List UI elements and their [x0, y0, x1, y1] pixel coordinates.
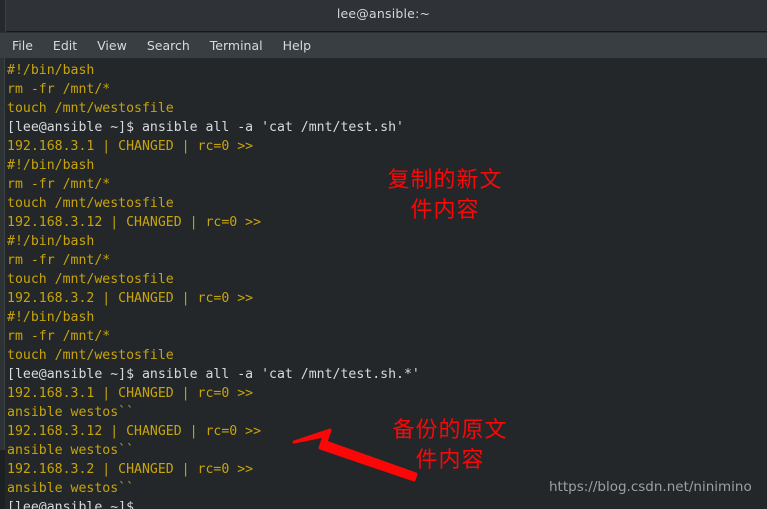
terminal-line-text: #!/bin/bash	[7, 63, 95, 78]
window-title: lee@ansible:~	[336, 6, 431, 21]
terminal-line-text: ansible westos``	[7, 405, 135, 420]
menu-item-edit[interactable]: Edit	[53, 38, 77, 53]
window-titlebar: lee@ansible:~	[0, 0, 767, 32]
terminal-line-text: #!/bin/bash	[7, 234, 95, 249]
terminal-line: touch /mnt/westosfile	[7, 346, 762, 365]
terminal-line-text: [lee@ansible ~]$ ansible all -a 'cat /mn…	[7, 120, 404, 135]
terminal-line-text: ansible westos``	[7, 481, 135, 496]
terminal-left-edge	[0, 58, 5, 509]
terminal-line: 192.168.3.1 | CHANGED | rc=0 >>	[7, 137, 762, 156]
terminal-line: [lee@ansible ~]$	[7, 498, 762, 509]
terminal-line: #!/bin/bash	[7, 308, 762, 327]
terminal-line: [lee@ansible ~]$ ansible all -a 'cat /mn…	[7, 365, 762, 384]
terminal-line-text: #!/bin/bash	[7, 158, 95, 173]
terminal-line-text: ansible westos``	[7, 443, 135, 458]
terminal-line-text: rm -fr /mnt/*	[7, 253, 111, 268]
terminal-line: 192.168.3.1 | CHANGED | rc=0 >>	[7, 384, 762, 403]
menubar: File Edit View Search Terminal Help	[0, 33, 767, 58]
menu-item-help[interactable]: Help	[283, 38, 312, 53]
watermark-url: https://blog.csdn.net/ninimino	[549, 479, 752, 495]
terminal-line: #!/bin/bash	[7, 232, 762, 251]
terminal-line-text: touch /mnt/westosfile	[7, 272, 174, 287]
terminal-line-text: 192.168.3.2 | CHANGED | rc=0 >>	[7, 462, 254, 477]
terminal-line-text: 192.168.3.12 | CHANGED | rc=0 >>	[7, 215, 262, 230]
terminal-line: 192.168.3.2 | CHANGED | rc=0 >>	[7, 289, 762, 308]
terminal-line-text: 192.168.3.12 | CHANGED | rc=0 >>	[7, 424, 262, 439]
menu-item-file[interactable]: File	[12, 38, 33, 53]
terminal-line-text: [lee@ansible ~]$	[7, 500, 142, 509]
terminal-left-edge-lower	[0, 450, 5, 509]
terminal-line: #!/bin/bash	[7, 61, 762, 80]
terminal-line: touch /mnt/westosfile	[7, 99, 762, 118]
terminal-line: rm -fr /mnt/*	[7, 327, 762, 346]
terminal-line-text: touch /mnt/westosfile	[7, 196, 174, 211]
terminal-line: [lee@ansible ~]$ ansible all -a 'cat /mn…	[7, 118, 762, 137]
terminal-line-text: rm -fr /mnt/*	[7, 177, 111, 192]
terminal-line-text: 192.168.3.2 | CHANGED | rc=0 >>	[7, 291, 254, 306]
terminal-line: touch /mnt/westosfile	[7, 270, 762, 289]
terminal-line-text: touch /mnt/westosfile	[7, 348, 174, 363]
terminal-line-text: rm -fr /mnt/*	[7, 329, 111, 344]
terminal-line-text: touch /mnt/westosfile	[7, 101, 174, 116]
annotation-new-file: 复制的新文 件内容	[387, 168, 503, 223]
terminal-line: rm -fr /mnt/*	[7, 80, 762, 99]
terminal-line-text: [lee@ansible ~]$ ansible all -a 'cat /mn…	[7, 367, 420, 382]
terminal-window: lee@ansible:~ File Edit View Search Terminal…	[0, 0, 767, 509]
menu-item-view[interactable]: View	[97, 38, 127, 53]
terminal-line-text: 192.168.3.1 | CHANGED | rc=0 >>	[7, 386, 254, 401]
menu-item-search[interactable]: Search	[147, 38, 190, 53]
annotation-arrow-icon	[292, 428, 418, 482]
terminal-line-text: #!/bin/bash	[7, 310, 95, 325]
terminal-line: rm -fr /mnt/*	[7, 251, 762, 270]
terminal-line-text: 192.168.3.1 | CHANGED | rc=0 >>	[7, 139, 254, 154]
menu-item-terminal[interactable]: Terminal	[210, 38, 263, 53]
terminal-line-text: rm -fr /mnt/*	[7, 82, 111, 97]
